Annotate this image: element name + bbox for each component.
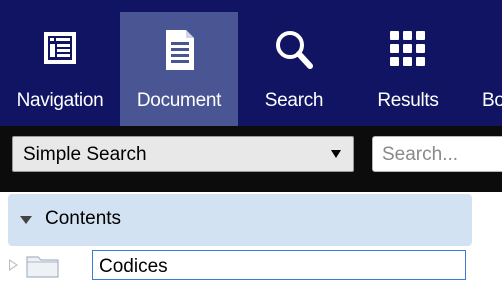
toolbar-results-label: Results	[377, 90, 439, 111]
toolbar-navigation-button[interactable]: Navigation	[0, 12, 120, 126]
document-icon	[120, 28, 238, 76]
tree-item-label-box[interactable]: Codices	[92, 250, 466, 280]
folder-icon	[26, 254, 60, 283]
toolbar-search-label: Search	[264, 90, 324, 111]
toolbar-search-button[interactable]: Search	[238, 12, 350, 126]
search-icon	[238, 28, 350, 76]
search-bar: Simple Search Search...	[0, 126, 502, 192]
toolbar-document-button[interactable]: Document	[120, 12, 238, 126]
contents-title: Contents	[45, 208, 122, 229]
tree-item[interactable]: Codices	[0, 250, 502, 280]
contents-section-header[interactable]: Contents	[8, 194, 472, 246]
toolbar-navigation-label: Navigation	[16, 90, 104, 111]
toolbar-bookmarks-button[interactable]: Bo	[474, 12, 502, 126]
search-mode-value: Simple Search	[23, 144, 147, 165]
collapse-arrow-icon[interactable]	[20, 216, 32, 224]
expand-arrow-icon[interactable]	[9, 259, 18, 271]
main-toolbar: Navigation Document Search Results Bo	[0, 0, 502, 126]
results-grid-icon	[352, 28, 464, 76]
search-mode-select[interactable]: Simple Search	[12, 136, 354, 172]
tree-item-label: Codices	[99, 256, 168, 277]
dropdown-arrow-icon	[331, 150, 341, 158]
toolbar-bookmarks-label: Bo	[482, 90, 502, 111]
search-placeholder: Search...	[382, 144, 459, 165]
toolbar-document-label: Document	[136, 90, 222, 111]
toolbar-results-button[interactable]: Results	[352, 12, 464, 126]
search-input[interactable]: Search...	[372, 136, 502, 172]
navigation-icon	[0, 28, 120, 76]
